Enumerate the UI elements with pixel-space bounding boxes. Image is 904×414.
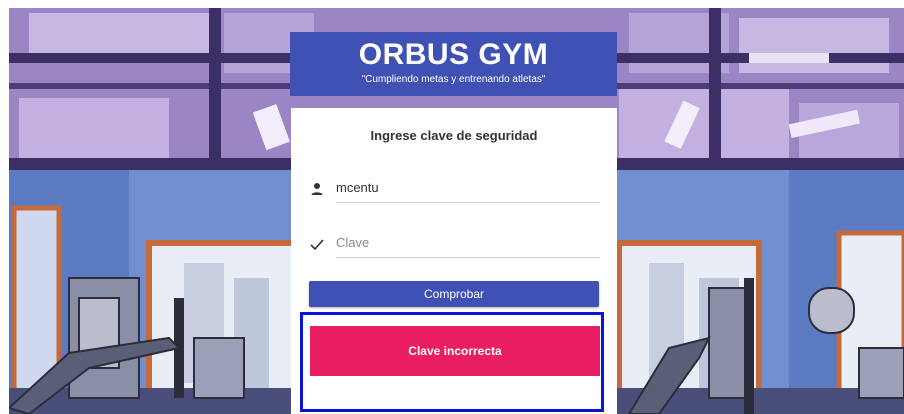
login-title: Ingrese clave de seguridad bbox=[370, 128, 538, 143]
app-brand-title: ORBUS GYM bbox=[358, 38, 549, 71]
check-button[interactable]: Comprobar bbox=[309, 281, 599, 307]
username-underline bbox=[336, 202, 600, 203]
check-icon bbox=[309, 236, 325, 252]
app-header: ORBUS GYM "Cumpliendo metas y entrenando… bbox=[290, 32, 617, 96]
person-icon bbox=[309, 181, 325, 197]
password-underline bbox=[336, 257, 600, 258]
error-highlight-outline bbox=[300, 312, 604, 412]
app-tagline: "Cumpliendo metas y entrenando atletas" bbox=[361, 74, 546, 85]
password-placeholder: Clave bbox=[336, 235, 370, 250]
username-field[interactable]: mcentu bbox=[309, 175, 600, 203]
login-page: ORBUS GYM "Cumpliendo metas y entrenando… bbox=[0, 0, 904, 414]
username-value: mcentu bbox=[336, 180, 379, 195]
password-field[interactable]: Clave bbox=[309, 230, 600, 258]
